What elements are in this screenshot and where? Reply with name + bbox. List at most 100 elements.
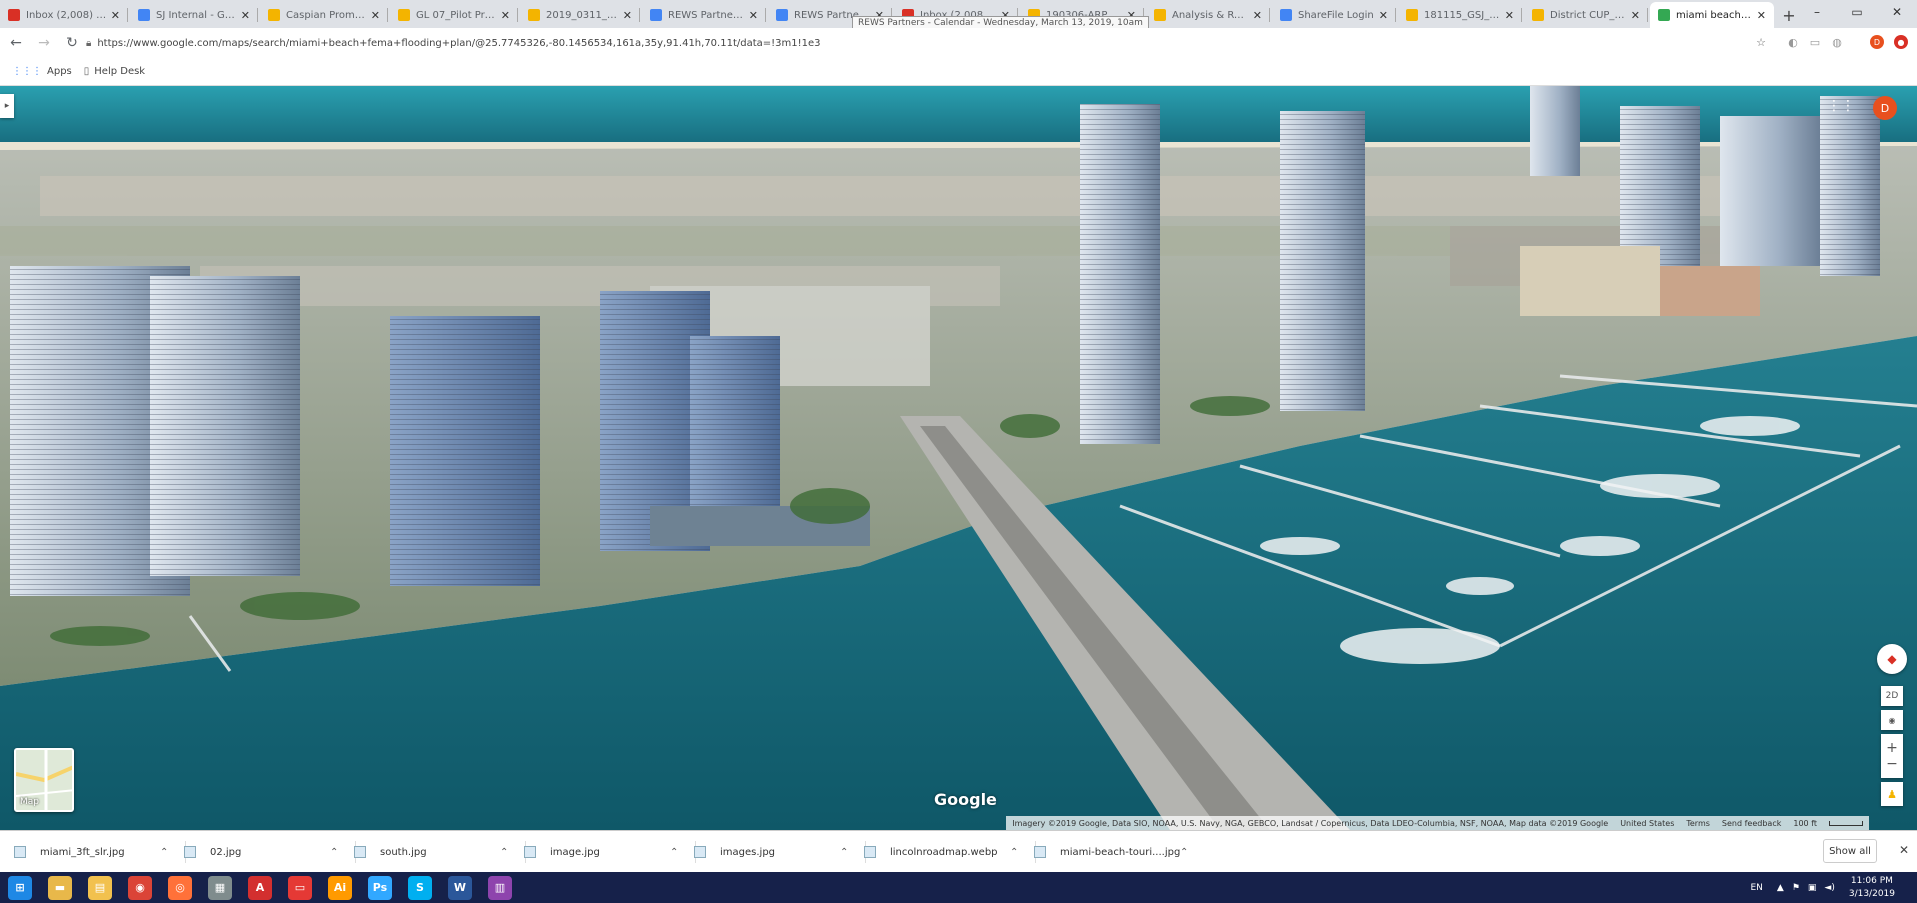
tab-close-icon[interactable]: ✕ bbox=[1631, 9, 1640, 22]
download-item[interactable]: lincolnroadmap.webp ⌃ bbox=[864, 839, 1036, 865]
tab-close-icon[interactable]: ✕ bbox=[749, 9, 758, 22]
tab-10[interactable]: Analysis & Research ✕ bbox=[1146, 2, 1270, 28]
tab-title: Inbox (2,008) - dvan bbox=[26, 9, 107, 21]
download-item[interactable]: south.jpg ⌃ bbox=[354, 839, 526, 865]
country-link[interactable]: United States bbox=[1620, 819, 1674, 828]
tab-11[interactable]: ShareFile Login ✕ bbox=[1272, 2, 1396, 28]
minimize-button[interactable]: – bbox=[1797, 0, 1837, 24]
scale-label[interactable]: 100 ft bbox=[1793, 819, 1817, 828]
address-bar[interactable]: 🔒︎ https://www.google.com/maps/search/mi… bbox=[86, 31, 1766, 55]
windows-start-taskbar-button[interactable]: ⊞ bbox=[0, 872, 40, 903]
close-icon: ✕ bbox=[1898, 843, 1909, 857]
extension-icon[interactable]: ▭ bbox=[1808, 35, 1822, 49]
extension-icon[interactable]: ◍ bbox=[1830, 35, 1844, 49]
tab-favicon-icon bbox=[268, 9, 280, 21]
folder-taskbar-button[interactable]: ▬ bbox=[40, 872, 80, 903]
tab-14[interactable]: miami beach fema - ✕ bbox=[1650, 2, 1774, 28]
network-icon[interactable]: ▣ bbox=[1808, 883, 1817, 893]
download-item[interactable]: miami_3ft_slr.jpg ⌃ bbox=[14, 839, 186, 865]
tab-close-icon[interactable]: ✕ bbox=[1505, 9, 1514, 22]
firefox-taskbar-button[interactable]: ◎ bbox=[160, 872, 200, 903]
chrome-taskbar-button[interactable]: ◉ bbox=[120, 872, 160, 903]
account-avatar[interactable]: D bbox=[1873, 96, 1897, 120]
acrobat-taskbar-button[interactable]: A bbox=[240, 872, 280, 903]
map-layer-toggle[interactable]: Map bbox=[14, 748, 74, 812]
tray-up-arrow-icon[interactable]: ▲ bbox=[1777, 883, 1784, 893]
illustrator-taskbar-button[interactable]: Ai bbox=[320, 872, 360, 903]
zoom-in-button[interactable]: + bbox=[1886, 740, 1898, 756]
tab-close-icon[interactable]: ✕ bbox=[371, 9, 380, 22]
clock[interactable]: 11:06 PM 3/13/2019 bbox=[1849, 875, 1895, 901]
tab-close-icon[interactable]: ✕ bbox=[501, 9, 510, 22]
bookmark-help-desk[interactable]: ▯ Help Desk bbox=[84, 66, 145, 77]
bookmarks-bar: ⋮⋮⋮ Apps ▯ Help Desk bbox=[0, 58, 1917, 86]
side-panel-toggle[interactable]: ▸ bbox=[0, 94, 14, 118]
tab-2[interactable]: SJ Internal - Google ✕ bbox=[130, 2, 258, 28]
bookmark-star-icon[interactable]: ☆ bbox=[1754, 35, 1768, 49]
tab-close-icon[interactable]: ✕ bbox=[1253, 9, 1262, 22]
word-taskbar-button[interactable]: W bbox=[440, 872, 480, 903]
chevron-up-icon[interactable]: ⌃ bbox=[160, 847, 168, 858]
close-window-button[interactable]: ✕ bbox=[1877, 0, 1917, 24]
arrow-left-icon: ← bbox=[10, 35, 22, 51]
download-item[interactable]: miami-beach-touri....jpg ⌃ bbox=[1034, 839, 1194, 865]
tab-13[interactable]: District CUP_100% ✕ bbox=[1524, 2, 1648, 28]
flag-icon[interactable]: ⚑ bbox=[1792, 883, 1800, 893]
download-item[interactable]: 02.jpg ⌃ bbox=[184, 839, 356, 865]
file-icon bbox=[524, 846, 536, 858]
extension-icon[interactable]: ◐ bbox=[1786, 35, 1800, 49]
back-button[interactable]: ← bbox=[4, 31, 28, 55]
send-feedback-link[interactable]: Send feedback bbox=[1722, 819, 1781, 828]
download-item[interactable]: image.jpg ⌃ bbox=[524, 839, 696, 865]
street-view-pegman[interactable]: ♟ bbox=[1881, 782, 1903, 806]
bookmark-apps[interactable]: ⋮⋮⋮ Apps bbox=[12, 66, 72, 77]
tab-favicon-icon bbox=[1532, 9, 1544, 21]
zoom-out-button[interactable]: − bbox=[1886, 756, 1898, 772]
chevron-up-icon[interactable]: ⌃ bbox=[500, 847, 508, 858]
map-3d-view[interactable]: ▸ ⋮⋮ D ◆ 2D ◉ + − ♟ Map Google Imagery ©… bbox=[0, 86, 1917, 830]
compass-button[interactable]: ◆ bbox=[1877, 644, 1907, 674]
tab-close-icon[interactable]: ✕ bbox=[1757, 9, 1766, 22]
apps-grid-icon[interactable]: ⋮⋮ bbox=[1827, 98, 1855, 114]
reload-button[interactable]: ↻ bbox=[60, 31, 84, 55]
tab-close-icon[interactable]: ✕ bbox=[623, 9, 632, 22]
maximize-button[interactable]: ▭ bbox=[1837, 0, 1877, 24]
tab-5[interactable]: 2019_0311_MP Grei ✕ bbox=[520, 2, 640, 28]
forward-button[interactable]: → bbox=[32, 31, 56, 55]
tab-12[interactable]: 181115_GSJ_Creek ✕ bbox=[1398, 2, 1522, 28]
address-url: https://www.google.com/maps/search/miami… bbox=[97, 37, 821, 49]
winrar-taskbar-button[interactable]: ▥ bbox=[480, 872, 520, 903]
profile-avatar[interactable]: D bbox=[1870, 35, 1884, 49]
photoshop-taskbar-button[interactable]: Ps bbox=[360, 872, 400, 903]
file-explorer-taskbar-button[interactable]: ▤ bbox=[80, 872, 120, 903]
adobe-reader-taskbar-button[interactable]: ▭ bbox=[280, 872, 320, 903]
tab-6[interactable]: REWS Partners - Cal ✕ bbox=[642, 2, 766, 28]
tab-close-icon[interactable]: ✕ bbox=[1379, 9, 1388, 22]
tab-3[interactable]: Caspian Promenade ✕ bbox=[260, 2, 388, 28]
download-item[interactable]: images.jpg ⌃ bbox=[694, 839, 866, 865]
chevron-up-icon[interactable]: ⌃ bbox=[670, 847, 678, 858]
chevron-up-icon[interactable]: ⌃ bbox=[330, 847, 338, 858]
chevron-up-icon[interactable]: ⌃ bbox=[1010, 847, 1018, 858]
tab-1[interactable]: Inbox (2,008) - dvan ✕ bbox=[0, 2, 128, 28]
language-indicator[interactable]: EN bbox=[1750, 883, 1762, 893]
close-downloads-button[interactable]: ✕ bbox=[1899, 843, 1909, 857]
skype-taskbar-button[interactable]: S bbox=[400, 872, 440, 903]
terms-link[interactable]: Terms bbox=[1686, 819, 1710, 828]
tab-title: SJ Internal - Google bbox=[156, 9, 237, 21]
show-all-downloads-button[interactable]: Show all bbox=[1823, 839, 1877, 863]
tab-close-icon[interactable]: ✕ bbox=[241, 9, 250, 22]
calculator-taskbar-button[interactable]: ▦ bbox=[200, 872, 240, 903]
tab-close-icon[interactable]: ✕ bbox=[111, 9, 120, 22]
lock-icon: 🔒︎ bbox=[86, 37, 92, 49]
tab-favicon-icon bbox=[1658, 9, 1670, 21]
download-filename: miami-beach-touri....jpg bbox=[1060, 846, 1181, 858]
chevron-up-icon[interactable]: ⌃ bbox=[840, 847, 848, 858]
my-location-button[interactable]: ◉ bbox=[1881, 710, 1903, 730]
view-2d-button[interactable]: 2D bbox=[1881, 686, 1903, 706]
volume-icon[interactable]: ◄) bbox=[1824, 883, 1834, 893]
tab-4[interactable]: GL 07_Pilot Project ✕ bbox=[390, 2, 518, 28]
extension-icon[interactable]: ● bbox=[1894, 35, 1908, 49]
chevron-up-icon[interactable]: ⌃ bbox=[1180, 847, 1188, 858]
tab-favicon-icon bbox=[138, 9, 150, 21]
